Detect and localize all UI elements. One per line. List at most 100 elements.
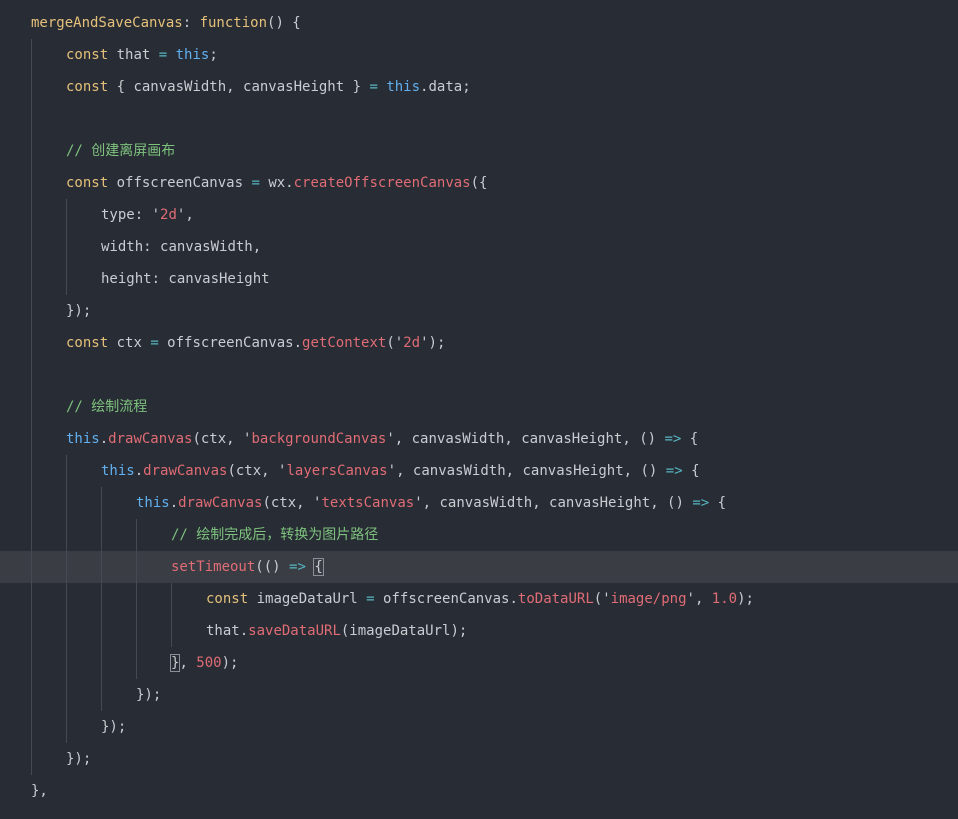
- code-token: saveDataURL: [248, 623, 341, 639]
- code-text: this.drawCanvas(ctx, 'textsCanvas', canv…: [136, 487, 726, 519]
- code-token: :: [182, 15, 200, 31]
- indent-guide: [66, 647, 67, 679]
- indent-guide: [66, 231, 67, 263]
- code-line[interactable]: // 绘制流程: [0, 391, 958, 423]
- code-line[interactable]: const offscreenCanvas = wx.createOffscre…: [0, 167, 958, 199]
- code-line[interactable]: const { canvasWidth, canvasHeight } = th…: [0, 71, 958, 103]
- indent-guide: [31, 711, 32, 743]
- code-line[interactable]: [0, 359, 958, 391]
- indent-guide: [66, 615, 67, 647]
- code-token: ': [387, 463, 397, 479]
- code-token: wx.: [259, 175, 294, 191]
- code-line-active[interactable]: setTimeout(() => {: [0, 551, 958, 583]
- code-token: .data;: [420, 79, 471, 95]
- code-line[interactable]: width: canvasWidth,: [0, 231, 958, 263]
- code-text: });: [101, 711, 126, 743]
- code-text: const imageDataUrl = offscreenCanvas.toD…: [206, 583, 754, 615]
- code-line[interactable]: });: [0, 295, 958, 327]
- indent-guide: [31, 615, 32, 647]
- code-token: // 绘制完成后，转换为图片路径: [171, 527, 379, 543]
- code-line[interactable]: mergeAndSaveCanvas: function() {: [0, 7, 958, 39]
- code-text: that.saveDataURL(imageDataUrl);: [206, 615, 467, 647]
- code-token: });: [66, 303, 92, 319]
- code-token: 1.0: [711, 591, 738, 607]
- code-token: =: [158, 47, 168, 63]
- code-token: this: [175, 47, 210, 63]
- indent-guide: [66, 455, 67, 487]
- code-token: ': [386, 431, 395, 447]
- code-token: =>: [692, 495, 710, 511]
- code-editor[interactable]: mergeAndSaveCanvas: function() {const th…: [0, 0, 958, 819]
- code-text: const offscreenCanvas = wx.createOffscre…: [66, 167, 487, 199]
- code-line[interactable]: const imageDataUrl = offscreenCanvas.toD…: [0, 583, 958, 615]
- indent-guide: [31, 327, 32, 359]
- code-token: image/png: [610, 591, 687, 607]
- code-token: createOffscreenCanvas: [293, 175, 471, 191]
- indent-guide: [66, 679, 67, 711]
- indent-guide: [31, 647, 32, 679]
- code-token: // 创建离屏画布: [66, 143, 176, 159]
- code-text: const { canvasWidth, canvasHeight } = th…: [66, 71, 471, 103]
- code-token: =>: [665, 463, 683, 479]
- code-token: setTimeout: [171, 559, 256, 575]
- code-token: this: [66, 431, 100, 447]
- code-token: : canvasHeight: [151, 271, 270, 287]
- code-line[interactable]: [0, 103, 958, 135]
- code-token: offscreenCanvas: [108, 175, 252, 191]
- code-line[interactable]: const that = this;: [0, 39, 958, 71]
- code-line[interactable]: });: [0, 743, 958, 775]
- code-token: offscreenCanvas.: [374, 591, 518, 607]
- code-line[interactable]: this.drawCanvas(ctx, 'textsCanvas', canv…: [0, 487, 958, 519]
- code-token: const: [66, 47, 109, 63]
- code-token: const: [66, 335, 109, 351]
- indent-guide: [101, 679, 102, 711]
- code-token: ': [420, 335, 429, 351]
- code-token: this: [386, 79, 421, 95]
- code-token: ((): [255, 559, 290, 575]
- code-line[interactable]: this.drawCanvas(ctx, 'layersCanvas', can…: [0, 455, 958, 487]
- code-token: const: [66, 79, 109, 95]
- code-token: const: [66, 175, 109, 191]
- code-line[interactable]: // 创建离屏画布: [0, 135, 958, 167]
- indent-guide: [31, 167, 32, 199]
- indent-guide: [171, 615, 172, 647]
- code-token: that.: [206, 623, 249, 639]
- indent-guide: [66, 199, 67, 231]
- indent-guide: [136, 551, 137, 583]
- code-token: drawCanvas: [178, 495, 263, 511]
- code-line[interactable]: // 绘制完成后，转换为图片路径: [0, 519, 958, 551]
- code-text: // 创建离屏画布: [66, 135, 175, 167]
- indent-guide: [66, 519, 67, 551]
- code-token: {: [682, 463, 700, 479]
- code-token: ': [602, 591, 611, 607]
- code-line[interactable]: const ctx = offscreenCanvas.getContext('…: [0, 327, 958, 359]
- code-token: (ctx,: [262, 495, 314, 511]
- code-token: =: [150, 335, 159, 351]
- indent-guide: [66, 551, 67, 583]
- code-token: ,: [185, 207, 194, 223]
- code-line[interactable]: that.saveDataURL(imageDataUrl);: [0, 615, 958, 647]
- code-line[interactable]: height: canvasHeight: [0, 263, 958, 295]
- indent-guide: [31, 423, 32, 455]
- code-token: const: [206, 591, 249, 607]
- code-text: setTimeout(() => {: [171, 551, 324, 583]
- code-line[interactable]: }, 500);: [0, 647, 958, 679]
- indent-guide: [31, 583, 32, 615]
- code-line[interactable]: type: '2d',: [0, 199, 958, 231]
- code-token: .: [169, 495, 179, 511]
- code-token: ': [686, 591, 695, 607]
- code-line[interactable]: this.drawCanvas(ctx, 'backgroundCanvas',…: [0, 423, 958, 455]
- code-line[interactable]: });: [0, 679, 958, 711]
- code-token: layersCanvas: [286, 463, 388, 479]
- code-token: });: [66, 751, 92, 767]
- code-text: });: [66, 295, 91, 327]
- code-token: drawCanvas: [108, 431, 193, 447]
- indent-guide: [31, 263, 32, 295]
- code-token: },: [31, 783, 48, 799]
- code-line[interactable]: },: [0, 775, 958, 807]
- code-line[interactable]: });: [0, 711, 958, 743]
- code-text: });: [136, 679, 161, 711]
- code-token: 2d: [160, 207, 177, 223]
- code-token: , canvasWidth, canvasHeight, (): [422, 495, 693, 511]
